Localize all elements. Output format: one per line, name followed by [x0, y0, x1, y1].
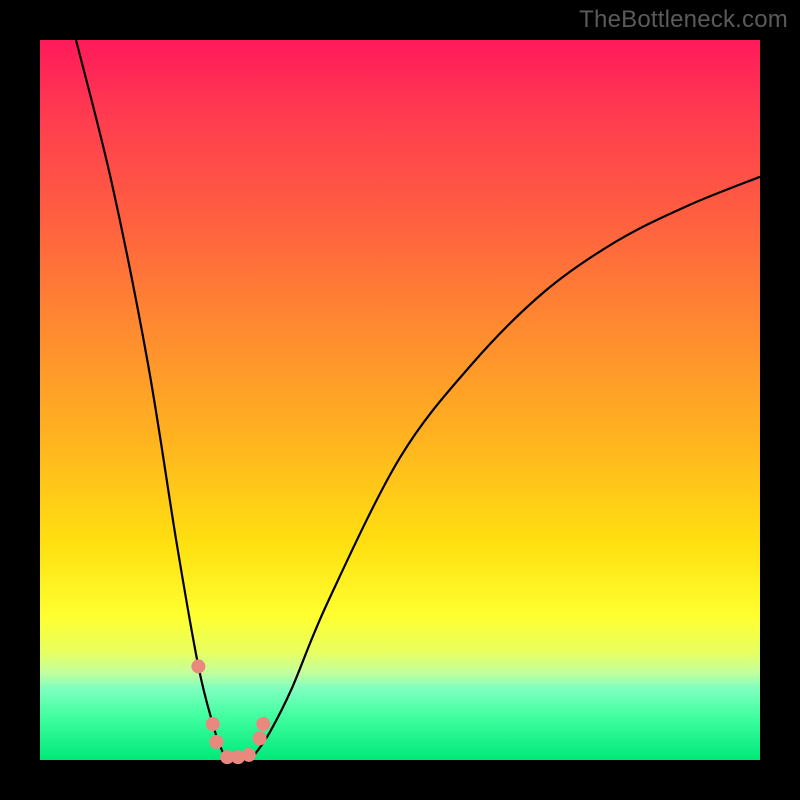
watermark-text: TheBottleneck.com	[579, 6, 788, 34]
chart-stage: TheBottleneck.com	[0, 0, 800, 800]
plot-area	[40, 40, 760, 760]
curve-marker	[209, 735, 223, 749]
curve-marker	[256, 717, 270, 731]
curve-marker	[191, 659, 205, 673]
curve-marker	[253, 731, 267, 745]
bottleneck-curve	[76, 40, 760, 761]
curve-marker	[206, 717, 220, 731]
curve-marker	[242, 748, 256, 762]
curve-svg	[40, 40, 760, 760]
